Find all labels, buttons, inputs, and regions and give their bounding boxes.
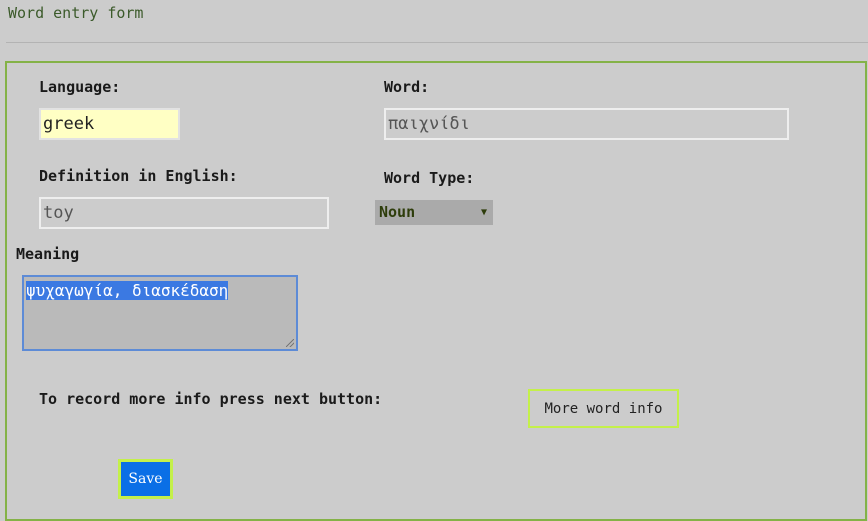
language-label: Language: (39, 78, 121, 96)
more-word-info-button[interactable]: More word info (528, 389, 679, 428)
meaning-text: ψυχαγωγία, διασκέδαση (26, 281, 229, 300)
meaning-label: Meaning (16, 245, 80, 263)
word-input[interactable] (384, 108, 789, 140)
language-input[interactable] (39, 108, 180, 140)
word-type-select[interactable]: Noun ▼ (375, 200, 493, 225)
more-info-prompt: To record more info press next button: (39, 390, 383, 408)
meaning-textarea[interactable]: ψυχαγωγία, διασκέδαση (22, 275, 298, 351)
definition-label: Definition in English: (39, 167, 238, 185)
resize-grip-icon[interactable] (286, 339, 294, 347)
word-type-selected-value: Noun (379, 203, 416, 221)
header-divider (6, 42, 868, 43)
word-type-label: Word Type: (384, 169, 475, 187)
page-title: Word entry form (8, 4, 144, 22)
word-label: Word: (384, 78, 430, 96)
save-button[interactable]: Save (118, 459, 173, 499)
caret-down-icon: ▼ (480, 207, 487, 218)
definition-input[interactable] (39, 197, 329, 229)
